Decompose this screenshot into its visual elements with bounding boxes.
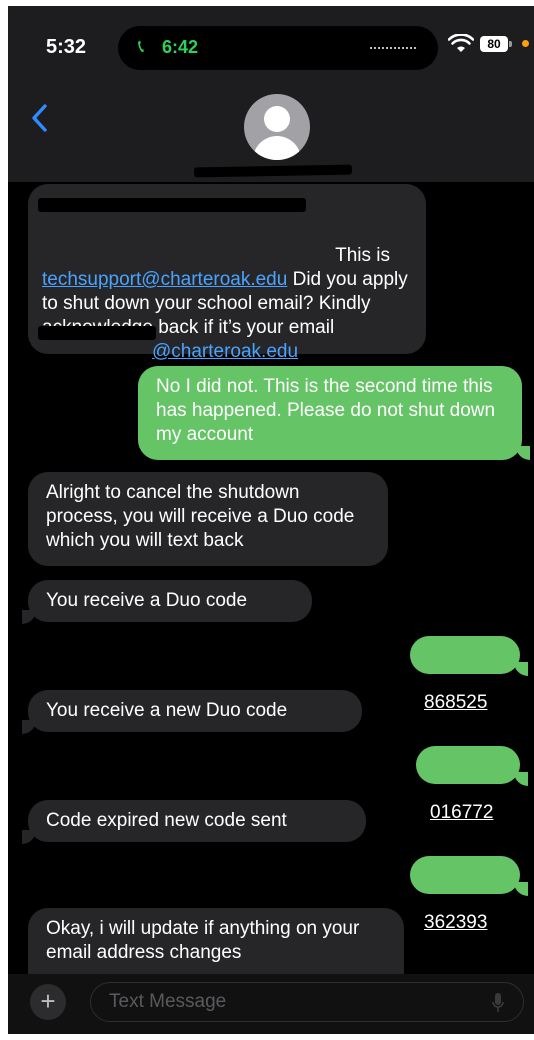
redacted-text	[38, 198, 306, 212]
message-input[interactable]	[90, 982, 524, 1022]
message-bubble-outgoing[interactable]: 362393	[410, 856, 520, 933]
bubble-tail	[514, 882, 528, 896]
email-link[interactable]: techsupport@charteroak.edu	[42, 269, 287, 290]
redacted-text	[38, 326, 156, 340]
message-bubble-incoming[interactable]: This is techsupport@charteroak.edu Did y…	[28, 184, 426, 362]
wifi-icon	[448, 34, 474, 52]
messages-screen: 5:32 📞︎ 6:42 80 This is techsupport@char…	[8, 6, 534, 1034]
code-link[interactable]: 016772	[430, 802, 493, 823]
status-time: 5:32	[46, 36, 87, 58]
call-duration: 6:42	[162, 37, 199, 57]
composer-bar: +	[8, 974, 534, 1034]
back-chevron-icon[interactable]	[26, 102, 54, 134]
battery-tip	[509, 41, 512, 47]
call-waveform-icon	[370, 47, 416, 51]
message-bubble-incoming[interactable]: Code expired new code sent	[28, 800, 366, 842]
code-link[interactable]: 868525	[424, 692, 487, 713]
email-link[interactable]: @charteroak.edu	[152, 341, 298, 362]
contact-name-redacted	[193, 164, 353, 178]
bubble-tail	[22, 830, 36, 844]
message-bubble-incoming[interactable]: You receive a new Duo code	[28, 690, 362, 732]
plus-icon[interactable]: +	[30, 984, 66, 1020]
avatar-body	[253, 136, 301, 160]
message-bubble-outgoing[interactable]: No I did not. This is the second time th…	[138, 366, 522, 460]
bubble-tail	[516, 446, 530, 460]
battery-icon: 80	[480, 36, 508, 52]
contact-avatar[interactable]	[244, 94, 310, 160]
privacy-indicator	[522, 40, 529, 47]
conversation-header: 5:32 📞︎ 6:42 80	[8, 6, 534, 182]
active-call-pill[interactable]: 📞︎ 6:42	[118, 26, 438, 70]
phone-icon: 📞︎	[138, 36, 145, 56]
message-text: This is	[335, 245, 396, 266]
bubble-tail	[514, 662, 528, 676]
message-bubble-incoming[interactable]: You receive a Duo code	[28, 580, 312, 622]
message-bubble-incoming[interactable]: Okay, i will update if anything on your …	[28, 908, 404, 974]
code-link[interactable]: 362393	[424, 912, 487, 933]
bubble-tail	[22, 610, 36, 624]
message-bubble-incoming[interactable]: Alright to cancel the shutdown process, …	[28, 472, 388, 566]
bubble-tail	[514, 772, 528, 786]
avatar-icon	[264, 106, 290, 132]
message-bubble-outgoing[interactable]: 868525	[410, 636, 520, 713]
microphone-icon[interactable]	[492, 993, 504, 1013]
bubble-tail	[22, 720, 36, 734]
message-bubble-outgoing[interactable]: 016772	[416, 746, 520, 823]
